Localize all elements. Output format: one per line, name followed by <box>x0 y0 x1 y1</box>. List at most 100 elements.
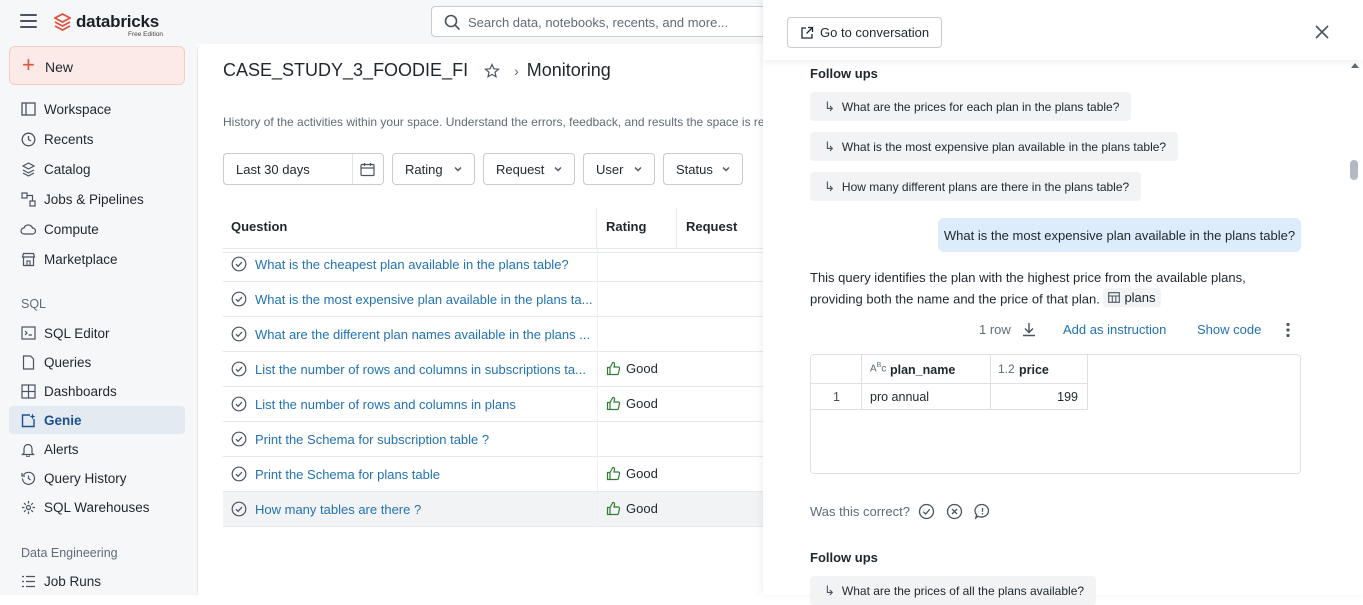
sidebar-item-alerts[interactable]: Alerts <box>9 435 185 463</box>
follow-up-chip[interactable]: ↳ What are the prices of all the plans a… <box>810 576 1097 605</box>
table-row[interactable]: Print the Schema for subscription table … <box>223 422 764 457</box>
databricks-logo-icon <box>54 13 71 31</box>
column-divider <box>597 282 598 317</box>
follow-up-chip[interactable]: ↳ What is the most expensive plan availa… <box>810 132 1179 161</box>
follow-up-chip[interactable]: ↳ What are the prices for each plan in t… <box>810 92 1132 121</box>
more-options-icon[interactable] <box>1286 322 1290 338</box>
sidebar-item-label: Job Runs <box>44 573 102 589</box>
scrollbar-thumb[interactable] <box>1350 160 1358 180</box>
sidebar-item-compute[interactable]: Compute <box>9 215 185 243</box>
question-link[interactable]: What is the most expensive plan availabl… <box>255 292 593 307</box>
feedback-prompt: Was this correct? <box>810 504 910 519</box>
add-as-instruction-link[interactable]: Add as instruction <box>1063 322 1166 337</box>
string-type-icon: ABc <box>870 362 887 375</box>
data-engineering-section-header: Data Engineering <box>21 546 118 560</box>
column-divider <box>597 387 598 422</box>
sidebar-item-label: Alerts <box>44 441 79 457</box>
table-header: Question Rating Request <box>223 208 764 249</box>
sidebar-item-label: Workspace <box>44 101 112 117</box>
rating-label: Good <box>626 501 658 516</box>
column-divider <box>597 457 598 492</box>
table-reference-chip[interactable]: plans <box>1103 287 1161 307</box>
status-filter-label: Status <box>676 161 713 177</box>
question-link[interactable]: List the number of rows and columns in s… <box>255 362 593 377</box>
question-link[interactable]: Print the Schema for subscription table … <box>255 432 593 447</box>
column-divider <box>597 352 598 387</box>
table-row[interactable]: What is the most expensive plan availabl… <box>223 282 764 317</box>
menu-icon[interactable] <box>20 14 37 28</box>
question-link[interactable]: What is the cheapest plan available in t… <box>255 257 593 272</box>
plus-icon: + <box>22 52 35 77</box>
column-rating[interactable]: Rating <box>606 219 646 234</box>
download-icon[interactable] <box>1022 322 1036 337</box>
space-name[interactable]: CASE_STUDY_3_FOODIE_FI <box>223 60 468 81</box>
comment-icon[interactable] <box>974 503 991 520</box>
incorrect-icon[interactable] <box>946 503 963 520</box>
sidebar-item-catalog[interactable]: Catalog <box>9 155 185 183</box>
follow-up-chip[interactable]: ↳ How many different plans are there in … <box>810 172 1142 201</box>
table-row[interactable]: How many tables are there ? Good <box>223 492 764 527</box>
close-icon[interactable] <box>1314 24 1330 40</box>
sidebar-item-jobs-pipelines[interactable]: Jobs & Pipelines <box>9 185 185 213</box>
star-icon[interactable] <box>484 62 501 79</box>
page-title: Monitoring <box>526 60 611 80</box>
workspace-icon <box>20 101 36 117</box>
follow-up-text: What is the most expensive plan availabl… <box>841 139 1167 154</box>
rating-label: Good <box>626 396 658 411</box>
question-link[interactable]: What are the different plan names availa… <box>255 327 593 342</box>
sidebar-item-dashboards[interactable]: Dashboards <box>9 377 185 405</box>
go-to-conversation-button[interactable]: Go to conversation <box>787 17 942 48</box>
user-filter[interactable]: User <box>583 153 655 185</box>
thumbs-up-icon <box>606 466 621 481</box>
feedback-bar: Was this correct? <box>810 503 991 520</box>
sidebar-item-recents[interactable]: Recents <box>9 125 185 153</box>
bell-icon <box>20 441 36 457</box>
table-row[interactable]: Print the Schema for plans table Good <box>223 457 764 492</box>
table-row[interactable]: List the number of rows and columns in p… <box>223 387 764 422</box>
chevron-down-icon <box>634 167 642 172</box>
column-request[interactable]: Request <box>686 219 737 234</box>
sidebar-item-query-history[interactable]: Query History <box>9 464 185 492</box>
sidebar-item-label: SQL Warehouses <box>44 499 150 515</box>
column-question[interactable]: Question <box>231 219 287 234</box>
request-filter[interactable]: Request <box>483 153 575 185</box>
question-link[interactable]: Print the Schema for plans table <box>255 467 593 482</box>
sidebar-item-job-runs[interactable]: Job Runs <box>9 567 185 595</box>
sidebar-item-genie[interactable]: Genie <box>9 406 185 434</box>
question-link[interactable]: How many tables are there ? <box>255 502 593 517</box>
sidebar-item-marketplace[interactable]: Marketplace <box>9 245 185 273</box>
global-search[interactable]: Search data, notebooks, recents, and mor… <box>431 6 791 37</box>
show-code-link[interactable]: Show code <box>1197 322 1261 337</box>
queries-icon <box>20 354 36 370</box>
column-price[interactable]: price <box>1019 363 1049 377</box>
new-button[interactable]: + New <box>9 46 185 85</box>
column-divider <box>597 422 598 457</box>
sidebar-item-sql-editor[interactable]: SQL Editor <box>9 319 185 347</box>
sidebar-item-sql-warehouses[interactable]: SQL Warehouses <box>9 493 185 521</box>
rating-filter[interactable]: Rating <box>392 153 475 185</box>
reply-arrow-icon: ↳ <box>824 138 835 154</box>
rating-cell: Good <box>606 501 658 516</box>
table-row[interactable]: List the number of rows and columns in s… <box>223 352 764 387</box>
column-plan-name[interactable]: plan_name <box>890 363 955 377</box>
page-description: History of the activities within your sp… <box>223 115 764 129</box>
date-range-filter[interactable]: Last 30 days <box>223 153 384 185</box>
success-check-icon <box>231 256 247 272</box>
external-link-icon <box>801 26 814 39</box>
jobs-icon <box>20 191 36 207</box>
user-message: What is the most expensive plan availabl… <box>938 218 1301 252</box>
date-range-label: Last 30 days <box>236 161 310 177</box>
table-row[interactable]: What is the cheapest plan available in t… <box>223 247 764 282</box>
table-row[interactable]: What are the different plan names availa… <box>223 317 764 352</box>
thumbs-correct-icon[interactable] <box>918 503 935 520</box>
genie-conversation-panel: Go to conversation Follow ups ↳ What are… <box>763 0 1363 605</box>
scroll-up-arrow[interactable] <box>1351 63 1359 68</box>
databricks-logo[interactable]: databricks <box>54 12 159 32</box>
sidebar-item-queries[interactable]: Queries <box>9 348 185 376</box>
table-reference-label: plans <box>1124 289 1156 305</box>
rating-label: Good <box>626 361 658 376</box>
question-link[interactable]: List the number of rows and columns in p… <box>255 397 593 412</box>
status-filter[interactable]: Status <box>663 153 743 185</box>
sidebar-item-workspace[interactable]: Workspace <box>9 95 185 123</box>
edition-label: Free Edition <box>128 31 164 38</box>
